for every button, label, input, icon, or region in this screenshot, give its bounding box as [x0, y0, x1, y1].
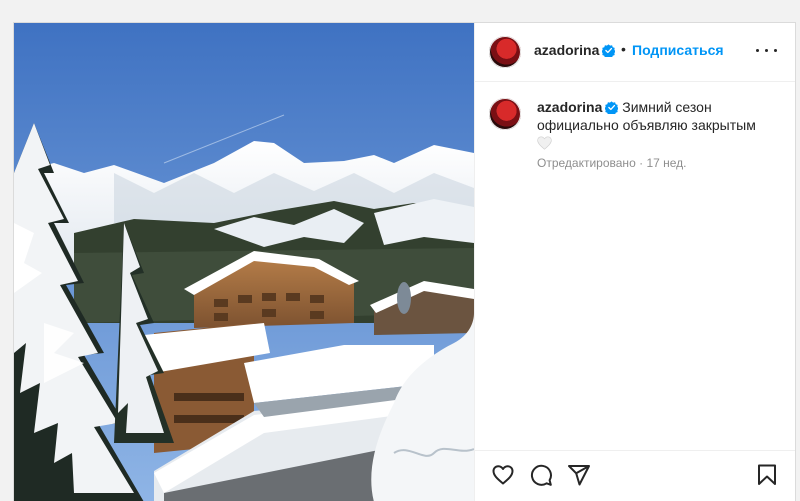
- action-bar: [475, 450, 795, 501]
- post-photo[interactable]: [14, 23, 474, 501]
- post-header: azadorina • Подписаться: [475, 23, 795, 82]
- alpine-snow-photo: [14, 23, 474, 501]
- more-options-icon[interactable]: [755, 43, 779, 57]
- time-ago[interactable]: 17 нед.: [646, 156, 686, 170]
- meta-separator: ·: [639, 156, 644, 170]
- send-icon[interactable]: [567, 463, 591, 487]
- header-username[interactable]: azadorina: [534, 42, 616, 58]
- verified-badge-icon: [602, 44, 616, 57]
- edited-label: Отредактировано: [537, 156, 636, 170]
- follow-button[interactable]: Подписаться: [632, 42, 724, 58]
- separator-dot: •: [621, 41, 626, 57]
- bookmark-icon[interactable]: [755, 463, 779, 487]
- post-meta: Отредактировано · 17 нед.: [537, 156, 687, 170]
- heart-icon[interactable]: [491, 463, 515, 487]
- instagram-post: azadorina • Подписаться azadorina Зимний…: [13, 22, 796, 501]
- verified-badge-icon: [605, 101, 619, 114]
- caption-username[interactable]: azadorina: [537, 99, 602, 115]
- white-heart-emoji-icon: [537, 136, 552, 150]
- comment-icon[interactable]: [529, 463, 553, 487]
- avatar[interactable]: [489, 36, 521, 68]
- post-sidebar: azadorina • Подписаться azadorina Зимний…: [474, 23, 795, 501]
- caption: azadorina Зимний сезон официально объявл…: [537, 98, 767, 152]
- caption-avatar[interactable]: [489, 98, 521, 130]
- username-text[interactable]: azadorina: [534, 42, 599, 58]
